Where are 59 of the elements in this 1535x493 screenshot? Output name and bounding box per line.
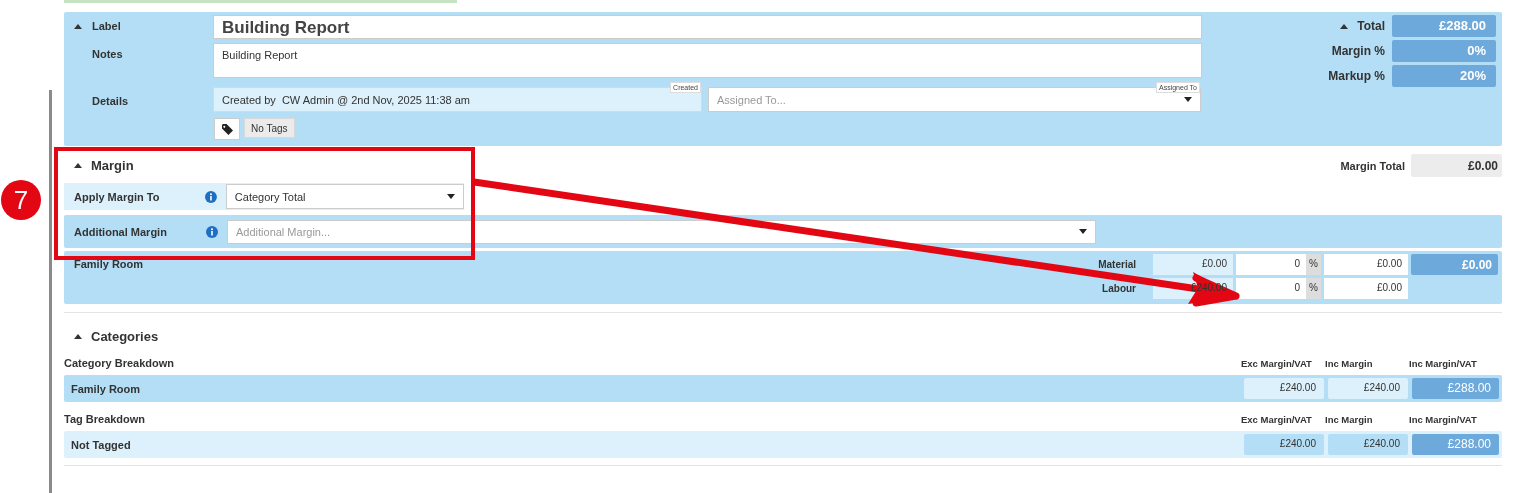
section-title: Margin [91,158,134,173]
total-value: 0% [1392,40,1496,62]
total-label: Markup % [1328,69,1385,83]
collapse-icon[interactable] [74,333,82,339]
total-label: Total [1357,19,1385,33]
tag-chip[interactable]: No Tags [244,118,295,138]
column-header: Exc Margin/VAT [1241,413,1313,425]
total-value: £288.00 [1392,15,1496,37]
category-name: Family Room [74,258,144,270]
field-label: Apply Margin To [73,190,161,203]
caret-icon [1184,97,1192,102]
caret-icon [447,194,455,199]
column-header: Exc Margin/VAT [1241,357,1313,369]
percent-addon: % [1306,253,1321,275]
amount-input[interactable]: £0.00 [1324,277,1408,299]
column-header: Inc Margin/VAT [1409,357,1478,369]
info-icon[interactable] [206,225,218,238]
value-cell: £240.00 [1244,434,1324,455]
notes-field[interactable]: Building Report [213,43,1202,78]
percent-addon: % [1306,277,1321,299]
breakdown-title: Tag Breakdown [64,413,146,425]
info-icon[interactable] [204,190,217,203]
value-cell: £288.00 [1412,378,1499,399]
value-cell: £240.00 [1328,378,1408,399]
value-cell: £240.00 [1328,434,1408,455]
column-header: Inc Margin [1325,357,1374,369]
breakdown-title: Category Breakdown [64,357,175,369]
column-header: Inc Margin [1325,413,1374,425]
tag-icon [221,123,233,135]
category-total: £0.00 [1411,253,1498,275]
value-cell: £240.00 [1244,378,1324,399]
field-label: Additional Margin [73,225,168,238]
row-name: Family Room [71,382,141,395]
total-value: 20% [1392,65,1496,87]
field-label: Notes [92,48,123,60]
caret-icon [1079,229,1087,234]
cost-value: £0.00 [1153,253,1233,275]
scrollbar[interactable] [49,90,52,493]
field-label: Label [92,20,121,32]
collapse-icon[interactable] [74,23,82,29]
apply-margin-dropdown[interactable]: Category Total [225,184,464,209]
total-label: Margin % [1331,44,1385,58]
label-field[interactable]: Building Report [213,15,1202,39]
step-marker: 7 [1,180,41,220]
field-label: Details [92,95,129,107]
column-header: Inc Margin/VAT [1409,413,1478,425]
collapse-icon[interactable] [1340,23,1349,29]
section-title: Categories [91,328,159,344]
row-name: Not Tagged [71,438,131,451]
percent-input[interactable]: 0 [1236,253,1306,275]
cost-label: Labour [1102,282,1136,294]
margin-total-value: £0.00 [1411,154,1502,177]
percent-input[interactable]: 0 [1236,277,1306,299]
tag-button[interactable] [214,118,240,140]
value-cell: £288.00 [1412,434,1499,455]
amount-input[interactable]: £0.00 [1324,253,1408,275]
cost-label: Material [1098,258,1136,270]
collapse-icon[interactable] [74,163,82,168]
margin-total-label: Margin Total [1340,159,1405,172]
